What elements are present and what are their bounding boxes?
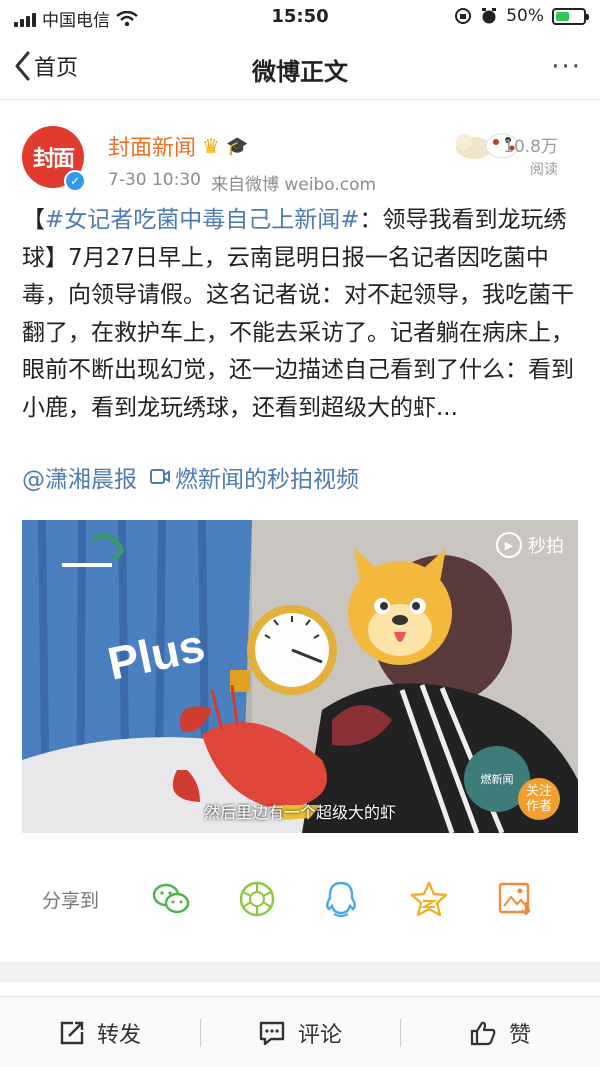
thumbs-up-icon	[470, 1021, 496, 1045]
moments-icon[interactable]	[236, 878, 278, 920]
repost-button[interactable]: 转发	[0, 997, 200, 1067]
follow-author-button[interactable]: 关注 作者	[518, 778, 560, 820]
miaopai-watermark: ▶ 秒拍	[496, 532, 564, 558]
qq-icon[interactable]	[320, 878, 362, 920]
graduation-cap-icon: 🎓	[225, 135, 249, 157]
alarm-icon	[482, 8, 497, 24]
play-circle-icon: ▶	[496, 532, 522, 558]
page-title: 微博正文	[252, 58, 348, 86]
mention-link[interactable]: @潇湘晨报	[22, 460, 137, 494]
post-text: 【#女记者吃菌中毒自己上新闻#：领导我看到龙玩绣球】7月27日早上，云南昆明日报…	[22, 202, 582, 427]
post-links: @潇湘晨报 燃新闻的秒拍视频	[22, 460, 359, 494]
share-row: 分享到	[0, 868, 600, 930]
battery-percent: 50%	[506, 6, 544, 26]
post-date: 7-30 10:30	[108, 170, 201, 190]
wechat-icon[interactable]	[150, 878, 192, 920]
video-link-label: 燃新闻的秒拍视频	[175, 467, 359, 493]
qzone-icon[interactable]	[408, 878, 450, 920]
comment-icon	[259, 1021, 285, 1045]
video-link-icon	[150, 469, 170, 484]
crown-badge-icon: ♛	[202, 134, 220, 158]
post-meta: 7-30 10:30 来自微博 weibo.com	[108, 170, 376, 195]
battery-level	[556, 11, 569, 21]
topic-link[interactable]: #女记者吃菌中毒自己上新闻#	[45, 207, 360, 233]
video-player[interactable]: Plus ▶ 秒拍 然后里边有一个超级大的虾 燃新闻 关注 作者	[22, 520, 578, 833]
battery-icon	[552, 7, 589, 25]
status-bar: 中国电信 15:50 50%	[0, 0, 600, 36]
miaopai-label: 秒拍	[528, 536, 564, 557]
post-source: 来自微博 weibo.com	[210, 175, 377, 195]
share-label: 分享到	[42, 890, 100, 912]
author-name[interactable]: 封面新闻	[108, 130, 196, 162]
repost-label: 转发	[96, 1022, 141, 1048]
status-icons: 50%	[454, 6, 589, 26]
author-name-row[interactable]: 封面新闻 ♛ 🎓	[108, 130, 248, 162]
bracket-open: 【	[22, 207, 45, 233]
video-link[interactable]: 燃新闻的秒拍视频	[149, 460, 359, 494]
repost-icon	[60, 1021, 84, 1044]
post-header: 封面 ✓ 封面新闻 ♛ 🎓 7-30 10:30 来自微博 weibo.com …	[0, 110, 600, 200]
read-number: 10.8万	[503, 137, 558, 157]
post-body: ：领导我看到龙玩绣球】7月27日早上，云南昆明日报一名记者因吃菌中毒，向领导请假…	[22, 207, 574, 421]
comment-button[interactable]: 评论	[200, 997, 400, 1067]
orientation-lock-icon	[455, 8, 472, 24]
read-label: 阅读	[530, 162, 558, 178]
like-button[interactable]: 赞	[400, 997, 600, 1067]
save-image-icon[interactable]	[494, 878, 536, 920]
verified-check-icon: ✓	[64, 170, 86, 192]
more-button[interactable]: ···	[551, 52, 582, 82]
like-label: 赞	[508, 1022, 531, 1048]
bottom-toolbar: 转发 评论 赞	[0, 996, 600, 1067]
comment-label: 评论	[297, 1022, 342, 1048]
nav-bar: 首页 微博正文 ···	[0, 36, 600, 100]
read-count: 10.8万 阅读	[503, 132, 558, 179]
section-divider	[0, 962, 600, 982]
